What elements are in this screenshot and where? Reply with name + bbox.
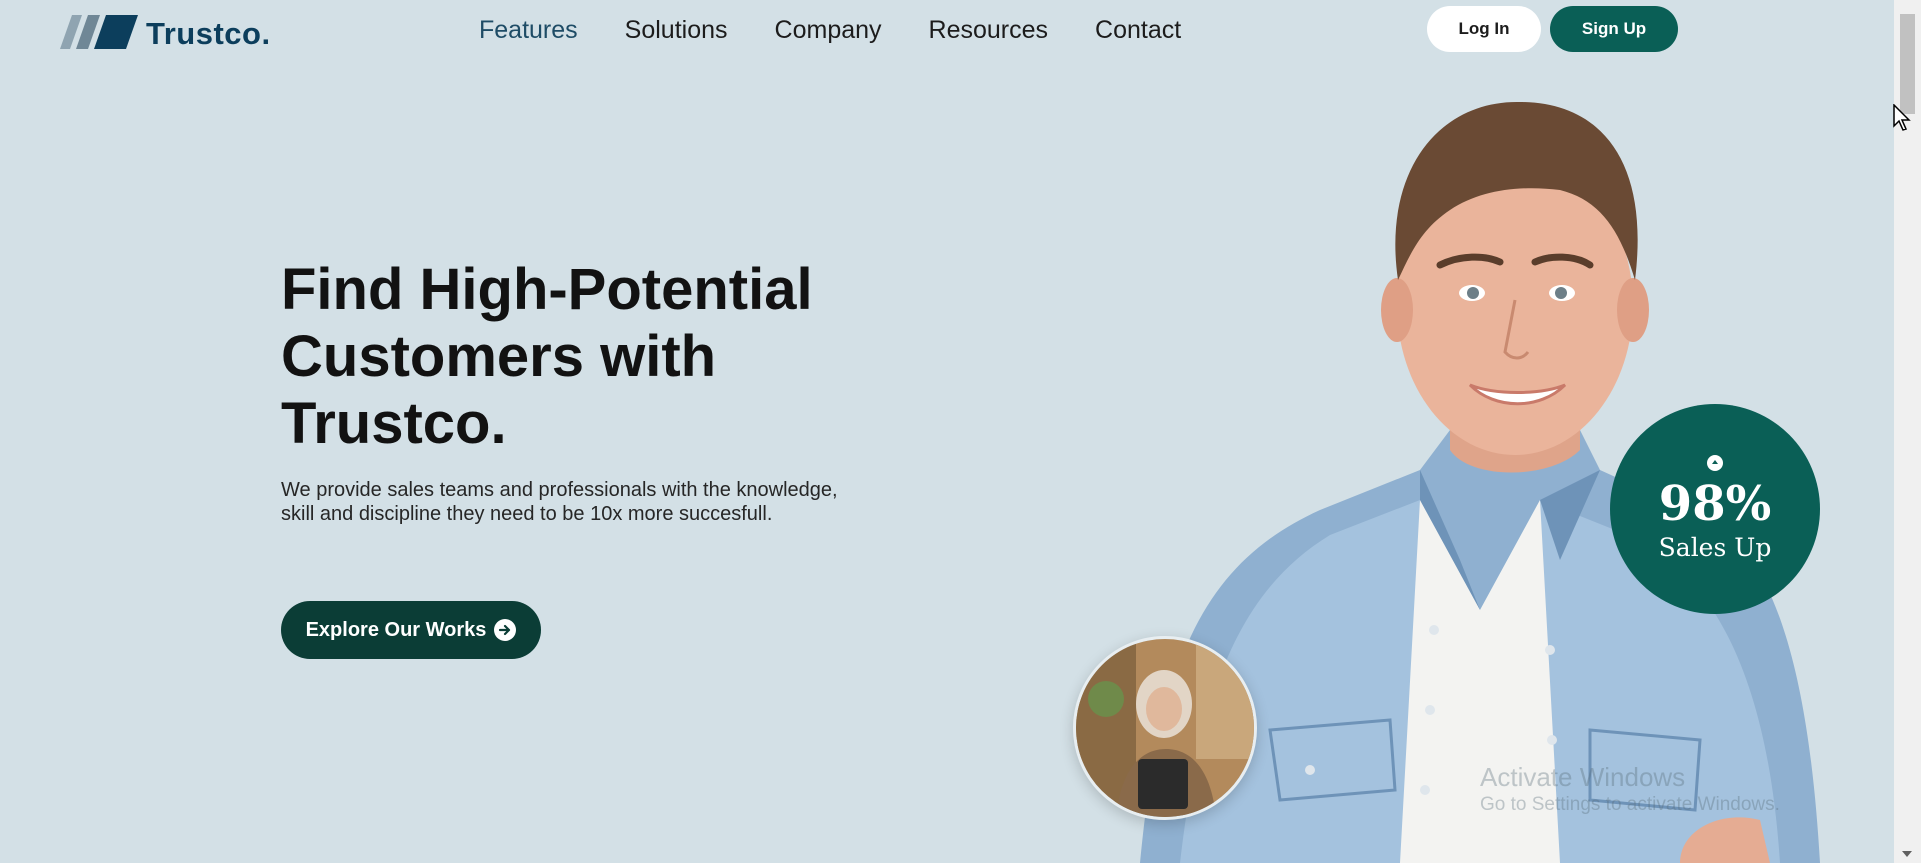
explore-works-label: Explore Our Works — [305, 618, 487, 641]
stat-value: 98% — [1658, 476, 1772, 532]
nav-item-company[interactable]: Company — [775, 13, 882, 47]
hero-subtitle: We provide sales teams and professionals… — [281, 478, 921, 526]
login-button[interactable]: Log In — [1427, 6, 1541, 52]
windows-activation-watermark: Activate Windows Go to Settings to activ… — [1480, 762, 1780, 818]
main-nav: Features Solutions Company Resources Con… — [479, 13, 1228, 47]
hero-title-line: Customers with — [281, 324, 717, 389]
stat-label: Sales Up — [1658, 533, 1772, 562]
hero-subtitle-line: skill and discipline they need to be 10x… — [281, 503, 773, 525]
signup-button[interactable]: Sign Up — [1550, 6, 1678, 52]
striped-logo-icon — [60, 15, 138, 49]
brand-name: Trustco. — [146, 16, 271, 51]
landing-page: Trustco. Features Solutions Company Reso… — [0, 0, 1921, 863]
nav-item-features[interactable]: Features — [479, 13, 578, 47]
scrollbar-thumb[interactable] — [1900, 14, 1915, 114]
hero-title: Find High-Potential Customers with Trust… — [281, 256, 901, 457]
brand-logo[interactable]: Trustco. — [60, 12, 271, 52]
nav-item-contact[interactable]: Contact — [1095, 13, 1181, 47]
mouse-cursor-icon — [1893, 104, 1911, 131]
sales-stat-badge: 98% Sales Up — [1610, 404, 1820, 614]
nav-item-resources[interactable]: Resources — [929, 13, 1049, 47]
explore-works-button[interactable]: Explore Our Works — [281, 601, 541, 659]
scroll-down-arrow-icon[interactable] — [1902, 851, 1912, 857]
watermark-line: Go to Settings to activate Windows. — [1480, 794, 1780, 815]
hero-subtitle-line: We provide sales teams and professionals… — [281, 479, 838, 501]
hero-title-line: Find High-Potential — [281, 257, 813, 322]
arrow-right-circle-icon — [494, 619, 517, 641]
watermark-line: Activate Windows — [1480, 762, 1686, 792]
up-arrow-dot-icon — [1707, 455, 1723, 471]
nav-item-solutions[interactable]: Solutions — [625, 13, 728, 47]
hero-title-line: Trustco. — [281, 391, 507, 456]
customer-avatar-image — [1073, 636, 1257, 820]
